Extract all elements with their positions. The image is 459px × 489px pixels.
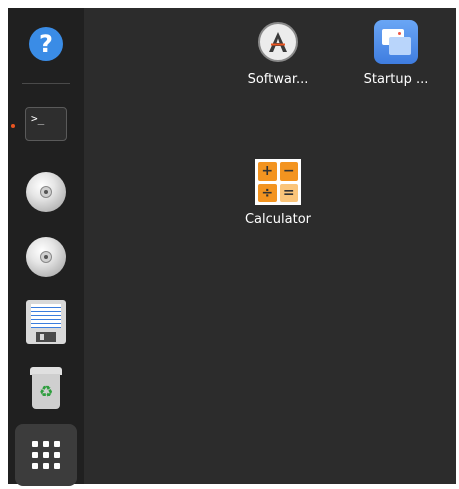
desktop: Softwar... Startup ... + − ÷ = Calculato bbox=[84, 8, 456, 484]
calc-key: − bbox=[279, 162, 298, 181]
recycle-icon: ♻ bbox=[32, 374, 60, 409]
help-icon: ? bbox=[29, 27, 63, 61]
dock-separator bbox=[22, 83, 70, 84]
dock-item-terminal[interactable]: >_ bbox=[22, 100, 70, 148]
apps-grid-icon bbox=[32, 441, 60, 469]
dock-item-disc-2[interactable] bbox=[22, 233, 70, 281]
software-icon-wrap bbox=[254, 18, 302, 66]
desktop-icon-software[interactable]: Softwar... bbox=[230, 18, 326, 87]
floppy-disk-icon bbox=[26, 300, 66, 344]
calc-key: + bbox=[258, 162, 277, 181]
disc-icon bbox=[26, 172, 66, 212]
disc-icon bbox=[26, 237, 66, 277]
dock: ? >_ ♻ bbox=[8, 8, 84, 486]
calc-key: ÷ bbox=[258, 183, 277, 202]
desktop-icon-label: Softwar... bbox=[247, 72, 309, 87]
startup-icon-wrap bbox=[372, 18, 420, 66]
software-icon bbox=[258, 22, 298, 62]
dock-item-trash[interactable]: ♻ bbox=[22, 364, 70, 412]
show-apps-button[interactable] bbox=[15, 424, 77, 486]
running-indicator bbox=[11, 124, 15, 128]
dock-item-disc-1[interactable] bbox=[22, 168, 70, 216]
startup-applications-icon bbox=[374, 20, 418, 64]
dock-item-help[interactable]: ? bbox=[22, 20, 70, 68]
desktop-icon-calculator[interactable]: + − ÷ = Calculator bbox=[230, 158, 326, 227]
screen: ? >_ ♻ Softwar... Startup ... + − ÷ = Ca… bbox=[0, 0, 459, 489]
desktop-icon-startup[interactable]: Startup ... bbox=[348, 18, 444, 87]
calc-key: = bbox=[279, 183, 298, 202]
trash-icon: ♻ bbox=[29, 367, 63, 409]
desktop-icon-label: Calculator bbox=[244, 212, 311, 227]
calculator-icon-wrap: + − ÷ = bbox=[254, 158, 302, 206]
terminal-icon: >_ bbox=[25, 107, 67, 141]
calculator-icon: + − ÷ = bbox=[255, 159, 301, 205]
desktop-icon-label: Startup ... bbox=[363, 72, 429, 87]
dock-item-floppy[interactable] bbox=[22, 298, 70, 346]
